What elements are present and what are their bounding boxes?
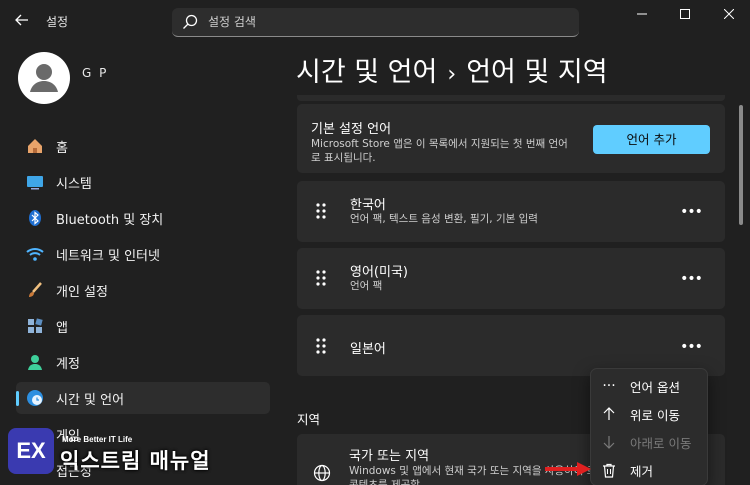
add-language-button[interactable]: 언어 추가: [593, 125, 710, 154]
sidebar-item-apps[interactable]: 앱: [16, 310, 270, 342]
title-bar: 설정: [0, 0, 750, 44]
search-icon: [183, 14, 198, 29]
globe-clock-icon: [26, 389, 44, 407]
menu-item-label: 언어 옵션: [630, 379, 680, 395]
sidebar-item-label: 앱: [56, 320, 68, 336]
language-features: 언어 팩, 텍스트 음성 변환, 필기, 기본 입력: [350, 213, 538, 225]
app-title: 설정: [46, 15, 69, 29]
language-name: 영어(미국): [350, 265, 408, 280]
back-button[interactable]: [12, 10, 32, 30]
preferred-languages-card: 기본 설정 언어 Microsoft Store 앱은 이 목록에서 지원되는 …: [297, 104, 725, 173]
sidebar-item-network[interactable]: 네트워크 및 인터넷: [16, 238, 270, 270]
sidebar-item-label: 계정: [56, 356, 80, 372]
menu-item-language-options[interactable]: ··· 언어 옵션: [591, 372, 707, 400]
breadcrumb-separator: ›: [447, 62, 457, 87]
search-box[interactable]: [172, 8, 579, 37]
sidebar-item-label: 네트워크 및 인터넷: [56, 248, 160, 264]
sidebar-item-label: 시스템: [56, 176, 92, 192]
more-icon: ···: [602, 378, 616, 394]
avatar[interactable]: [18, 52, 70, 104]
minimize-icon: [637, 13, 647, 15]
apps-icon: [26, 317, 44, 335]
brush-icon: [26, 281, 44, 299]
maximize-icon: [680, 9, 690, 19]
region-section-title: 지역: [297, 412, 321, 427]
sidebar-item-label: Bluetooth 및 장치: [56, 212, 164, 228]
watermark-logo-icon: EX: [8, 428, 54, 474]
monitor-icon: [26, 173, 44, 191]
back-arrow-icon: [15, 14, 28, 26]
watermark-name: 익스트림 매뉴얼: [60, 449, 211, 473]
menu-item-label: 제거: [630, 463, 654, 479]
search-input[interactable]: [208, 8, 568, 36]
bluetooth-icon: [26, 209, 44, 227]
watermark: EX More Better IT Life 익스트림 매뉴얼: [0, 423, 220, 485]
preferred-languages-description: Microsoft Store 앱은 이 목록에서 지원되는 첫 번째 언어로 …: [311, 138, 568, 164]
drag-handle-icon[interactable]: [314, 337, 328, 355]
maximize-button[interactable]: [667, 4, 703, 26]
annotation-arrow-icon: [545, 462, 591, 476]
wifi-icon: [26, 245, 44, 263]
sidebar-item-home[interactable]: 홈: [16, 130, 270, 162]
menu-item-remove[interactable]: 제거: [591, 456, 707, 484]
menu-item-label: 아래로 이동: [630, 435, 692, 451]
sidebar-item-time-language[interactable]: 시간 및 언어: [16, 382, 270, 414]
sidebar-item-label: 시간 및 언어: [56, 392, 125, 408]
country-region-title: 국가 또는 지역: [349, 449, 430, 464]
breadcrumb-parent[interactable]: 시간 및 언어: [296, 57, 437, 88]
language-item-korean[interactable]: 한국어 언어 팩, 텍스트 음성 변환, 필기, 기본 입력 •••: [297, 181, 725, 242]
sidebar-item-bluetooth[interactable]: Bluetooth 및 장치: [16, 202, 270, 234]
language-item-english[interactable]: 영어(미국) 언어 팩 •••: [297, 248, 725, 309]
language-item-japanese[interactable]: 일본어 •••: [297, 315, 725, 376]
more-options-button[interactable]: •••: [677, 205, 705, 225]
language-name: 한국어: [350, 198, 386, 213]
scrollbar[interactable]: [739, 105, 743, 225]
globe-icon: [313, 464, 331, 482]
menu-item-move-up[interactable]: 위로 이동: [591, 400, 707, 428]
sidebar-item-accounts[interactable]: 계정: [16, 346, 270, 378]
close-icon: [723, 8, 735, 20]
more-icon: •••: [680, 339, 703, 355]
card-edge: [297, 95, 725, 101]
more-options-button[interactable]: •••: [677, 340, 705, 360]
close-button[interactable]: [711, 4, 747, 26]
preferred-languages-title: 기본 설정 언어: [311, 122, 392, 137]
language-name: 일본어: [350, 342, 386, 357]
trash-icon: [600, 461, 618, 479]
language-context-menu: ··· 언어 옵션 위로 이동 아래로 이동 제거: [590, 368, 708, 485]
drag-handle-icon[interactable]: [314, 202, 328, 220]
watermark-tagline: More Better IT Life: [62, 435, 133, 444]
more-icon: •••: [680, 271, 703, 287]
user-name: G P: [82, 66, 109, 80]
breadcrumb: 시간 및 언어 › 언어 및 지역: [296, 50, 608, 89]
person-avatar-icon: [30, 64, 58, 92]
drag-handle-icon[interactable]: [314, 269, 328, 287]
page-title: 언어 및 지역: [466, 57, 608, 88]
home-icon: [26, 137, 44, 155]
more-options-button[interactable]: •••: [677, 272, 705, 292]
sidebar-item-label: 홈: [56, 140, 68, 156]
sidebar-item-personalization[interactable]: 개인 설정: [16, 274, 270, 306]
menu-item-label: 위로 이동: [630, 407, 680, 423]
sidebar-item-system[interactable]: 시스템: [16, 166, 270, 198]
menu-item-move-down: 아래로 이동: [591, 428, 707, 456]
language-features: 언어 팩: [350, 280, 383, 292]
arrow-down-icon: [600, 433, 618, 451]
arrow-up-icon: [600, 405, 618, 423]
person-icon: [26, 353, 44, 371]
minimize-button[interactable]: [624, 4, 660, 26]
sidebar-item-label: 개인 설정: [56, 284, 108, 300]
more-icon: •••: [680, 204, 703, 220]
